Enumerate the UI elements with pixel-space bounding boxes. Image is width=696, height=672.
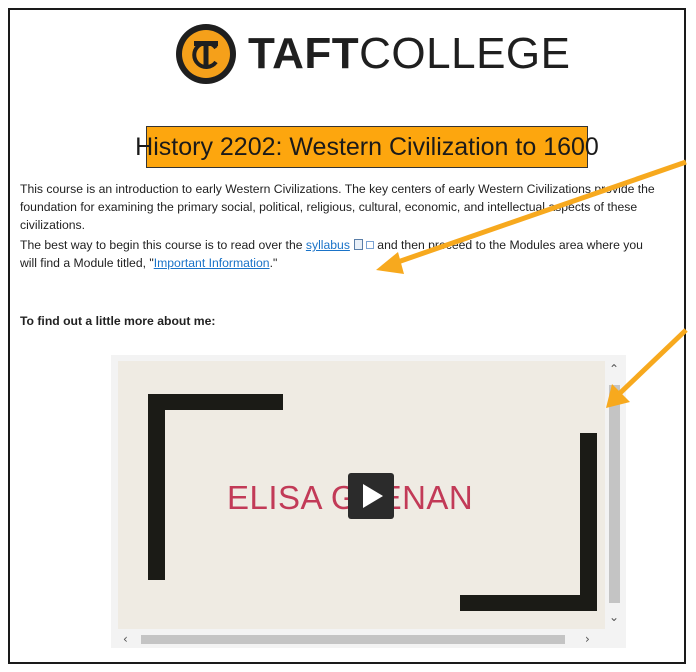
course-intro: This course is an introduction to early … [20,182,655,232]
begin-instructions: The best way to begin this course is to … [20,238,643,270]
frame-bracket [148,394,283,410]
college-wordmark: TAFTCOLLEGE [248,29,571,78]
horizontal-scrollbar[interactable]: ‹ › [115,631,605,647]
college-seal-icon [176,24,236,84]
chevron-up-icon[interactable]: ⌃ [609,363,619,375]
document-icon[interactable] [353,239,363,250]
vertical-scroll-thumb[interactable] [609,385,620,603]
video-embed-frame[interactable]: ELISA GEENAN ⌃ ⌄ ‹ › [111,355,626,648]
chevron-right-icon[interactable]: › [585,633,590,645]
about-me-heading: To find out a little more about me: [20,314,216,328]
course-title: History 2202: Western Civilization to 16… [135,126,599,168]
external-link-icon[interactable] [365,241,374,249]
syllabus-link[interactable]: syllabus [306,238,350,252]
intro-video[interactable]: ELISA GEENAN [118,361,605,629]
frame-bracket [580,433,597,611]
taft-college-logo: TAFTCOLLEGE [176,24,571,84]
chevron-down-icon[interactable]: ⌄ [609,611,619,623]
vertical-scrollbar[interactable]: ⌃ ⌄ [607,359,623,631]
frame-bracket [460,595,597,611]
horizontal-scroll-thumb[interactable] [141,635,565,644]
chevron-left-icon[interactable]: ‹ [123,633,128,645]
important-information-link[interactable]: Important Information [154,256,270,270]
frame-bracket [148,394,165,580]
play-icon [363,484,383,508]
play-button[interactable] [348,473,394,519]
